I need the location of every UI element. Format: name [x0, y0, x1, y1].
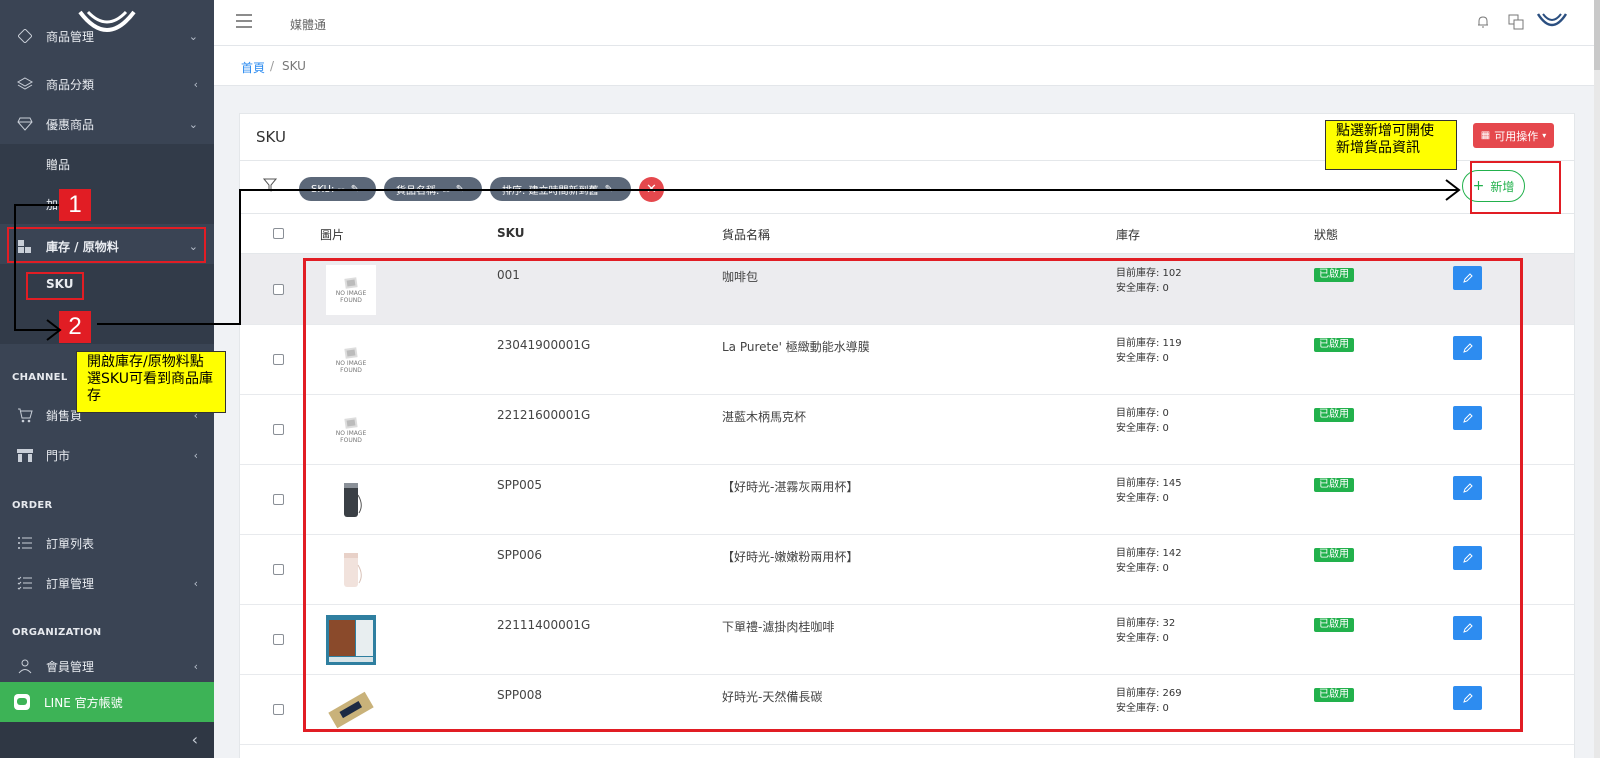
checklist-icon — [16, 574, 34, 592]
list-icon — [16, 534, 34, 552]
select-all-checkbox[interactable] — [273, 228, 284, 239]
grid-icon: ▦ — [1480, 130, 1491, 141]
row-checkbox[interactable] — [273, 284, 284, 295]
annotation-note-right: 點選新增可開使新增貨品資訊 — [1325, 120, 1457, 170]
breadcrumb-current: SKU — [282, 59, 306, 73]
annotation-add-highlight — [1470, 161, 1561, 214]
clear-filters-button[interactable]: ✕ — [639, 177, 664, 202]
page-title: SKU — [256, 128, 286, 146]
user-icon — [16, 657, 34, 675]
app-title: 媒體通 — [290, 18, 327, 32]
pencil-icon: ✎ — [350, 183, 360, 195]
actions-button[interactable]: ▦ 可用操作 ▾ — [1473, 123, 1554, 148]
sidebar-item-gifts[interactable]: 贈品 — [0, 144, 214, 184]
sidebar-collapse[interactable]: ‹ — [0, 722, 214, 758]
breadcrumb-home[interactable]: 首頁 — [241, 59, 265, 76]
table-header: 圖片 SKU 貨品名稱 庫存 狀態 — [240, 214, 1574, 254]
filter-chip-sku[interactable]: SKU: -- ✎ — [299, 177, 376, 201]
row-checkbox[interactable] — [273, 424, 284, 435]
column-header-image: 圖片 — [320, 228, 345, 242]
sidebar-item-categories[interactable]: 商品分類 ‹ — [0, 64, 214, 104]
line-account-label: LINE 官方帳號 — [44, 695, 123, 710]
filter-chip-label: SKU: -- — [311, 183, 345, 195]
annotation-table-highlight — [303, 258, 1523, 732]
annotation-step-1: 1 — [59, 189, 91, 221]
layers-icon — [16, 75, 34, 93]
sidebar-item-label: 訂單管理 — [46, 576, 95, 591]
row-checkbox[interactable] — [273, 704, 284, 715]
filter-chip-name[interactable]: 貨品名稱: -- ✎ — [384, 177, 482, 201]
sidebar-item-addon[interactable]: 加 — [0, 184, 214, 224]
translate-icon[interactable] — [1508, 14, 1524, 33]
breadcrumb: 首頁 / SKU — [214, 46, 1600, 86]
breadcrumb-separator: / — [270, 59, 275, 73]
sidebar-item-sub-hidden[interactable] — [0, 304, 214, 344]
annotation-note-left: 開啟庫存/原物料點選SKU可看到商品庫存 — [76, 351, 226, 413]
column-header-stock: 庫存 — [1116, 228, 1141, 242]
sidebar-item-promotions[interactable]: 優惠商品 ⌄ — [0, 104, 214, 144]
row-checkbox[interactable] — [273, 494, 284, 505]
sidebar-item-label: 加 — [46, 197, 59, 212]
scrollbar-thumb[interactable] — [1594, 0, 1600, 70]
sidebar-item-products[interactable]: 商品管理 ⌄ — [0, 26, 214, 46]
filter-icon[interactable] — [262, 178, 278, 195]
menu-toggle-icon[interactable] — [236, 14, 252, 28]
line-official-account[interactable]: LINE 官方帳號 — [0, 682, 214, 722]
pencil-icon: ✎ — [604, 183, 613, 195]
sidebar-item-label: 商品分類 — [46, 77, 95, 92]
column-header-name: 貨品名稱 — [722, 228, 771, 242]
cart-icon — [16, 406, 34, 424]
sidebar-item-store[interactable]: 門市 ‹ — [0, 435, 214, 475]
page-scrollbar[interactable] — [1594, 0, 1600, 758]
chevron-left-icon: ‹ — [193, 659, 198, 673]
top-bar: 媒體通 — [214, 0, 1600, 46]
tag-icon — [16, 27, 34, 45]
sidebar-item-members[interactable]: 會員管理 ‹ — [0, 650, 214, 682]
chevron-down-icon: ⌄ — [188, 117, 198, 131]
row-checkbox[interactable] — [273, 634, 284, 645]
sidebar-item-label: 訂單列表 — [46, 536, 95, 551]
bell-icon[interactable] — [1476, 15, 1490, 32]
chevron-left-icon: ‹ — [193, 576, 198, 590]
sidebar-item-label: 贈品 — [46, 157, 71, 172]
sidebar-item-label: 優惠商品 — [46, 117, 95, 132]
chevron-left-icon: ‹ — [191, 730, 198, 749]
chevron-down-icon: ⌄ — [188, 29, 198, 43]
diamond-icon — [16, 115, 34, 133]
sidebar-item-order-list[interactable]: 訂單列表 — [0, 523, 214, 563]
filter-chip-label: 貨品名稱: -- — [396, 185, 450, 197]
filter-chip-sort[interactable]: 排序: 建立時間新到舊 ✎ — [490, 177, 631, 201]
store-icon — [16, 446, 34, 464]
avatar[interactable] — [1536, 10, 1568, 37]
pencil-icon: ✎ — [455, 183, 465, 195]
section-organization: ORGANIZATION — [12, 627, 102, 638]
section-order: ORDER — [12, 500, 53, 511]
annotation-step-2: 2 — [59, 311, 91, 343]
sidebar-item-order-manage[interactable]: 訂單管理 ‹ — [0, 563, 214, 603]
annotation-inventory-highlight — [7, 227, 206, 263]
sidebar-item-label: 會員管理 — [46, 659, 95, 674]
chevron-left-icon: ‹ — [193, 448, 198, 462]
column-header-sku: SKU — [497, 226, 525, 240]
column-header-status: 狀態 — [1314, 228, 1339, 242]
line-icon — [14, 694, 30, 710]
actions-label: 可用操作 — [1494, 129, 1539, 143]
chevron-left-icon: ‹ — [193, 77, 198, 91]
annotation-sku-highlight — [26, 272, 84, 300]
filter-chip-label: 排序: 建立時間新到舊 — [502, 185, 599, 197]
sidebar-item-label: 商品管理 — [46, 29, 95, 44]
section-channel: CHANNEL — [12, 372, 68, 383]
caret-down-icon: ▾ — [1542, 131, 1547, 140]
row-checkbox[interactable] — [273, 564, 284, 575]
sidebar-item-label: 門市 — [46, 448, 71, 463]
row-checkbox[interactable] — [273, 354, 284, 365]
close-icon: ✕ — [646, 182, 657, 197]
